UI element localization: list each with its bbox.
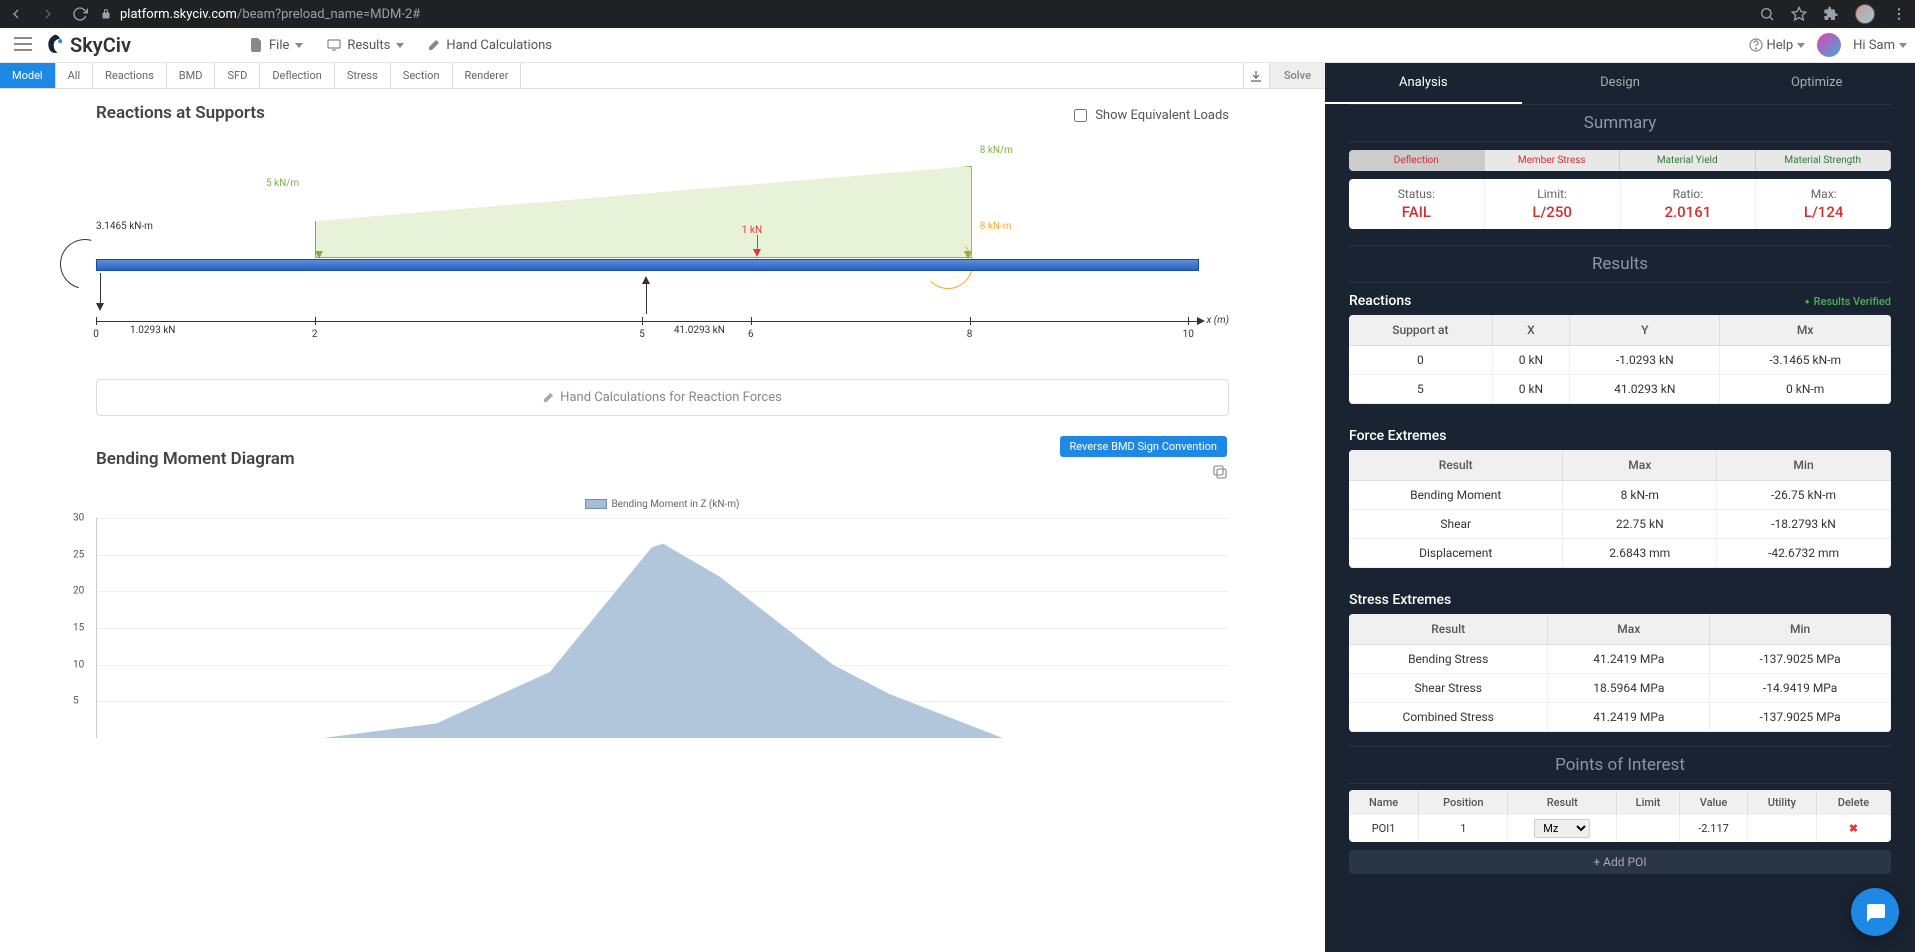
- bmd-title: Bending Moment Diagram: [96, 449, 295, 469]
- menu-results[interactable]: Results: [327, 38, 404, 53]
- results-verified-badge: Results Verified: [1805, 295, 1891, 308]
- menu-hand-calculations[interactable]: Hand Calculations: [428, 38, 552, 53]
- chevron-down-icon: [295, 43, 303, 48]
- poi-name[interactable]: POI1: [1349, 815, 1419, 842]
- chevron-down-icon: [1899, 43, 1907, 48]
- back-icon[interactable]: [8, 6, 24, 22]
- extensions-icon[interactable]: [1823, 6, 1839, 22]
- show-equiv-checkbox[interactable]: Show Equivalent Loads: [1074, 108, 1229, 123]
- rp-tab-optimize[interactable]: Optimize: [1718, 63, 1915, 104]
- tab-renderer[interactable]: Renderer: [453, 63, 522, 88]
- tab-section[interactable]: Section: [391, 63, 453, 88]
- kebab-menu-icon[interactable]: [1891, 6, 1907, 22]
- logo-icon: [42, 32, 68, 58]
- bmd-legend: Bending Moment in Z (kN-m): [6, 499, 1319, 510]
- reactions-diagram: 5 kN/m 8 kN/m 1 kN 3.1465 kN-m 8 kN-m: [96, 131, 1229, 416]
- beam: [96, 259, 1199, 271]
- point-load-label: 1 kN: [742, 225, 762, 236]
- poi-result[interactable]: Mz: [1508, 815, 1617, 842]
- logo[interactable]: SkyCiv: [42, 32, 131, 58]
- search-icon[interactable]: [1759, 6, 1775, 22]
- point-load: [753, 235, 761, 257]
- view-tabs: Model All Reactions BMD SFD Deflection S…: [0, 63, 1325, 89]
- moment-left-label: 3.1465 kN-m: [96, 221, 153, 232]
- user-menu[interactable]: Hi Sam: [1853, 38, 1907, 53]
- file-icon: [251, 38, 263, 52]
- add-poi-button[interactable]: + Add POI: [1349, 850, 1891, 874]
- summary-tab-member-stress[interactable]: Member Stress: [1485, 150, 1621, 171]
- reaction-left: [96, 273, 104, 311]
- dist-load-right-label: 8 kN/m: [980, 145, 1013, 156]
- force-section-label: Force Extremes: [1325, 418, 1915, 450]
- reactions-table: Support atXYMx00 kN-1.0293 kN-3.1465 kN-…: [1349, 315, 1891, 404]
- reverse-bmd-button[interactable]: Reverse BMD Sign Convention: [1060, 436, 1228, 457]
- poi-value: -2.117: [1680, 815, 1748, 842]
- app-header: SkyCiv File Results Hand Calculations He…: [0, 28, 1915, 63]
- summary-tab-deflection[interactable]: Deflection: [1349, 150, 1485, 171]
- summary-tab-material-yield[interactable]: Material Yield: [1620, 150, 1756, 171]
- summary-tab-material-strength[interactable]: Material Strength: [1756, 150, 1892, 171]
- x-axis: x (m) 0 2 5 6 8 10: [96, 321, 1229, 351]
- tab-deflection[interactable]: Deflection: [260, 63, 335, 88]
- summary-values: Status:FAIL Limit:L/250 Ratio:2.0161 Max…: [1349, 179, 1891, 229]
- copy-icon[interactable]: [1211, 463, 1229, 481]
- force-table: ResultMaxMinBending Moment8 kN-m-26.75 k…: [1349, 450, 1891, 568]
- tab-model[interactable]: Model: [0, 63, 56, 88]
- poi-limit[interactable]: [1617, 815, 1680, 842]
- reaction-right: [642, 276, 650, 314]
- tab-reactions[interactable]: Reactions: [93, 63, 167, 88]
- poi-position[interactable]: 1: [1419, 815, 1508, 842]
- browser-profile-avatar[interactable]: [1855, 4, 1875, 24]
- summary-tabs: Deflection Member Stress Material Yield …: [1349, 150, 1891, 171]
- reactions-title: Reactions at Supports: [96, 103, 265, 123]
- solve-button[interactable]: Solve: [1270, 63, 1325, 88]
- forward-icon[interactable]: [40, 6, 56, 22]
- moment-right-label: 8 kN-m: [980, 221, 1012, 232]
- hand-calc-reactions-button[interactable]: Hand Calculations for Reaction Forces: [96, 379, 1229, 416]
- reload-icon[interactable]: [72, 6, 88, 22]
- help-icon: [1749, 38, 1763, 52]
- rp-tab-design[interactable]: Design: [1522, 63, 1719, 104]
- chat-icon: [1863, 900, 1887, 924]
- reactions-section-label: Reactions Results Verified: [1325, 283, 1915, 315]
- pencil-icon: [543, 392, 554, 403]
- download-button[interactable]: [1244, 63, 1270, 88]
- browser-chrome: platform.skyciv.com/beam?preload_name=MD…: [0, 0, 1915, 28]
- poi-utility: [1747, 815, 1816, 842]
- tab-bmd[interactable]: BMD: [167, 63, 216, 88]
- url-domain: platform.skyciv.com/beam?preload_name=MD…: [120, 7, 420, 22]
- poi-delete-button[interactable]: ✖: [1849, 822, 1858, 835]
- lock-icon: [100, 8, 112, 20]
- monitor-icon: [327, 39, 341, 51]
- download-icon: [1250, 70, 1262, 82]
- dist-load-left-label: 5 kN/m: [266, 178, 299, 189]
- rp-tab-analysis[interactable]: Analysis: [1325, 63, 1522, 104]
- axis-unit: x (m): [1207, 315, 1229, 326]
- show-equiv-input[interactable]: [1074, 109, 1087, 122]
- logo-text: SkyCiv: [70, 33, 131, 57]
- chevron-down-icon: [1797, 43, 1805, 48]
- hamburger-menu[interactable]: [8, 30, 38, 61]
- star-icon[interactable]: [1791, 6, 1807, 22]
- tab-sfd[interactable]: SFD: [215, 63, 260, 88]
- chevron-down-icon: [396, 43, 404, 48]
- bmd-chart: 51015202530: [96, 518, 1229, 738]
- summary-heading: Summary: [1349, 104, 1891, 142]
- poi-table: NamePosition ResultLimit ValueUtility De…: [1349, 790, 1891, 842]
- tab-stress[interactable]: Stress: [335, 63, 391, 88]
- help-menu[interactable]: Help: [1749, 38, 1806, 53]
- stress-section-label: Stress Extremes: [1325, 582, 1915, 614]
- analysis-panel: Analysis Design Optimize Summary Deflect…: [1325, 63, 1915, 952]
- tab-all[interactable]: All: [56, 63, 94, 88]
- menu-file[interactable]: File: [251, 38, 303, 53]
- poi-heading: Points of Interest: [1349, 746, 1891, 784]
- stress-table: ResultMaxMinBending Stress41.2419 MPa-13…: [1349, 614, 1891, 732]
- user-avatar[interactable]: [1817, 33, 1841, 57]
- pencil-icon: [428, 39, 440, 51]
- chat-bubble[interactable]: [1851, 888, 1899, 936]
- results-heading: Results: [1349, 245, 1891, 283]
- left-panel: Model All Reactions BMD SFD Deflection S…: [0, 63, 1325, 952]
